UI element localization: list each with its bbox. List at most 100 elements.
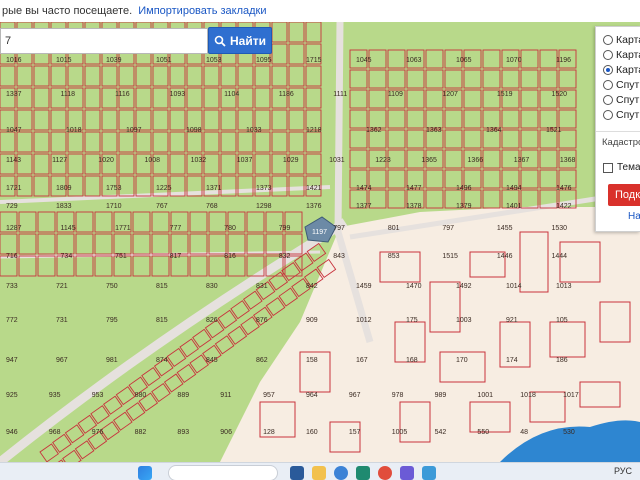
parcel-number: 1710 bbox=[106, 203, 122, 210]
layer-label-4: Спут bbox=[616, 79, 640, 91]
parcel-number: 1363 bbox=[426, 127, 442, 134]
parcel-number: 157 bbox=[349, 429, 361, 436]
parcel-number: 186 bbox=[556, 357, 568, 364]
parcel-number: 1143 bbox=[6, 157, 21, 164]
parcel-number: 978 bbox=[392, 392, 404, 399]
parcel-number: 1047 bbox=[6, 127, 22, 134]
parcel-number: 801 bbox=[388, 225, 400, 232]
layer-radio-4[interactable] bbox=[603, 80, 613, 90]
search-input[interactable]: 7 bbox=[0, 28, 208, 54]
search-button[interactable]: Найти bbox=[208, 27, 272, 54]
parcel-number: 1287 bbox=[6, 225, 22, 232]
layer-option-4[interactable]: Спут bbox=[603, 78, 639, 92]
parcel-number: 935 bbox=[49, 392, 61, 399]
parcel-number: 1093 bbox=[170, 91, 186, 98]
layer-label-1: Карта bbox=[616, 34, 640, 46]
parcel-number: 550 bbox=[477, 429, 489, 436]
parcel-number: 1376 bbox=[306, 203, 322, 210]
layer-radio-3[interactable] bbox=[603, 65, 613, 75]
layer-radio-1[interactable] bbox=[603, 35, 613, 45]
parcel-number: 1401 bbox=[506, 203, 522, 210]
parcel-number: 1053 bbox=[206, 57, 222, 64]
layer-option-6[interactable]: Спут bbox=[603, 108, 639, 122]
store-icon[interactable] bbox=[356, 466, 370, 480]
parcel-number: 1771 bbox=[115, 225, 131, 232]
apply-button[interactable]: Подк bbox=[608, 184, 640, 206]
parcel-number: 1444 bbox=[551, 253, 567, 260]
parcel-number: 1519 bbox=[497, 91, 513, 98]
layer-label-6: Спут bbox=[616, 109, 640, 121]
parcel-number: 957 bbox=[263, 392, 275, 399]
parcel-number: 729 bbox=[6, 203, 18, 210]
parcel-number: 946 bbox=[6, 429, 18, 436]
parcel-number: 815 bbox=[156, 283, 168, 290]
language-indicator[interactable]: РУС bbox=[614, 466, 632, 476]
app-icon-2[interactable] bbox=[422, 466, 436, 480]
parcel-number: 967 bbox=[56, 357, 68, 364]
parcel-number: 1020 bbox=[98, 157, 114, 164]
parcel-number: 1371 bbox=[206, 185, 222, 192]
parcel-number: 721 bbox=[56, 283, 68, 290]
parcel-number: 797 bbox=[333, 225, 345, 232]
parcel-number: 1364 bbox=[486, 127, 502, 134]
parcel-number: 876 bbox=[256, 317, 268, 324]
parcel-number: 882 bbox=[135, 429, 147, 436]
parcel-number: 734 bbox=[61, 253, 73, 260]
parcel-number: 1218 bbox=[306, 127, 322, 134]
parcel-number: 909 bbox=[306, 317, 318, 324]
layer-option-5[interactable]: Спут bbox=[603, 93, 639, 107]
parcel-number: 175 bbox=[406, 317, 418, 324]
parcel-number: 1039 bbox=[106, 57, 122, 64]
parcel-number: 1515 bbox=[442, 253, 458, 260]
map-canvas[interactable]: 1197 1016 1015 1039 1051 1053 1095 1715 1045 1063… bbox=[0, 22, 640, 462]
parcel-number: 1145 bbox=[61, 225, 76, 232]
parcel-number: 1366 bbox=[468, 157, 484, 164]
parcel-number: 976 bbox=[92, 429, 104, 436]
parcel-number: 1477 bbox=[406, 185, 422, 192]
parcel-number: 831 bbox=[256, 283, 268, 290]
parcel-number: 845 bbox=[206, 357, 218, 364]
parcel-number: 105 bbox=[556, 317, 568, 324]
parcel-number: 1520 bbox=[551, 91, 567, 98]
theme-checkbox[interactable] bbox=[603, 162, 613, 173]
parcel-number: 1008 bbox=[144, 157, 160, 164]
parcel-number: 1373 bbox=[256, 185, 272, 192]
parcel-number: 968 bbox=[49, 429, 61, 436]
layer-radio-2[interactable] bbox=[603, 50, 613, 60]
theme-option[interactable]: Темат bbox=[603, 162, 640, 173]
layer-radio-6[interactable] bbox=[603, 110, 613, 120]
edge-icon[interactable] bbox=[334, 466, 348, 480]
parcel-number: 1012 bbox=[356, 317, 372, 324]
parcel-number: 832 bbox=[279, 253, 291, 260]
import-bookmarks-link[interactable]: Импортировать закладки bbox=[138, 5, 266, 17]
parcel-number: 1530 bbox=[551, 225, 567, 232]
parcel-number: 48 bbox=[520, 429, 528, 436]
cadastral-map[interactable]: 1197 1016 1015 1039 1051 1053 1095 1715 1045 1063… bbox=[0, 22, 640, 462]
panel-link[interactable]: На bbox=[628, 211, 640, 222]
layer-option-1[interactable]: Карта bbox=[603, 33, 640, 47]
layer-option-2[interactable]: Карта bbox=[603, 48, 640, 62]
parcel-number: 1196 bbox=[556, 57, 571, 64]
chrome-icon[interactable] bbox=[378, 466, 392, 480]
parcel-number: 853 bbox=[388, 253, 400, 260]
parcel-number: 1065 bbox=[456, 57, 472, 64]
parcel-number: 1223 bbox=[375, 157, 391, 164]
parcel-number: 880 bbox=[135, 392, 147, 399]
parcel-number: 530 bbox=[563, 429, 575, 436]
parcel-number: 1225 bbox=[156, 185, 172, 192]
parcel-number: 1496 bbox=[456, 185, 472, 192]
parcel-number: 1446 bbox=[497, 253, 513, 260]
parcel-number: 1029 bbox=[283, 157, 299, 164]
folder-icon[interactable] bbox=[312, 466, 326, 480]
layer-radio-5[interactable] bbox=[603, 95, 613, 105]
parcel-number: 893 bbox=[177, 429, 189, 436]
theme-label: Темат bbox=[617, 162, 640, 173]
app-icon[interactable] bbox=[400, 466, 414, 480]
task-view-icon[interactable] bbox=[290, 466, 304, 480]
bookmarks-hint-text: рые вы часто посещаете. bbox=[2, 5, 133, 17]
parcel-number: 826 bbox=[206, 317, 218, 324]
taskbar-search[interactable] bbox=[168, 465, 278, 480]
parcel-number: 1186 bbox=[279, 91, 294, 98]
layer-option-3[interactable]: Карта bbox=[603, 63, 640, 77]
start-icon[interactable] bbox=[138, 466, 152, 480]
